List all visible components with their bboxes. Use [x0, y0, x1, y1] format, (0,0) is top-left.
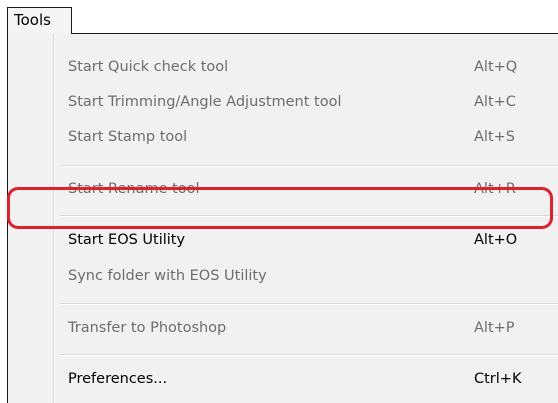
menu-item-label: Start EOS Utility	[68, 232, 186, 248]
menu-item-preferences[interactable]: Preferences... Ctrl+K	[8, 364, 558, 394]
menu-item-start-trimming-angle-adjustment-tool[interactable]: Start Trimming/Angle Adjustment tool Alt…	[8, 87, 558, 117]
menu-item-shortcut: Ctrl+K	[474, 371, 522, 387]
menu-item-shortcut: Alt+S	[474, 129, 515, 145]
menu-item-label: Preferences...	[68, 371, 168, 387]
tools-dropdown-menu: Start Quick check tool Alt+Q Start Trimm…	[7, 33, 558, 403]
menu-item-label: Start Stamp tool	[68, 129, 188, 145]
menu-separator	[60, 303, 558, 305]
menu-separator	[60, 165, 558, 167]
menu-item-label: Start Rename tool	[68, 181, 200, 197]
tools-menu-label: Tools	[14, 11, 51, 29]
menu-item-start-quick-check-tool[interactable]: Start Quick check tool Alt+Q	[8, 52, 558, 82]
menu-item-shortcut: Alt+O	[474, 232, 518, 248]
menu-item-label: Sync folder with EOS Utility	[68, 268, 267, 284]
menu-item-start-eos-utility[interactable]: Start EOS Utility Alt+O	[8, 225, 558, 255]
menu-separator	[60, 215, 558, 217]
menu-item-transfer-to-photoshop[interactable]: Transfer to Photoshop Alt+P	[8, 313, 558, 343]
menu-item-start-stamp-tool[interactable]: Start Stamp tool Alt+S	[8, 122, 558, 152]
menu-separator	[60, 354, 558, 356]
menu-item-label: Start Quick check tool	[68, 59, 229, 75]
menu-item-shortcut: Alt+Q	[474, 59, 518, 75]
menu-item-label: Transfer to Photoshop	[68, 320, 227, 336]
menu-item-start-rename-tool[interactable]: Start Rename tool Alt+R	[8, 174, 558, 204]
menu-item-shortcut: Alt+R	[474, 181, 516, 197]
menu-item-shortcut: Alt+P	[474, 320, 515, 336]
menu-item-sync-folder-with-eos-utility[interactable]: Sync folder with EOS Utility	[8, 261, 558, 291]
menu-item-label: Start Trimming/Angle Adjustment tool	[68, 94, 342, 110]
tools-menu-button[interactable]: Tools	[7, 7, 72, 34]
menu-item-shortcut: Alt+C	[474, 94, 516, 110]
